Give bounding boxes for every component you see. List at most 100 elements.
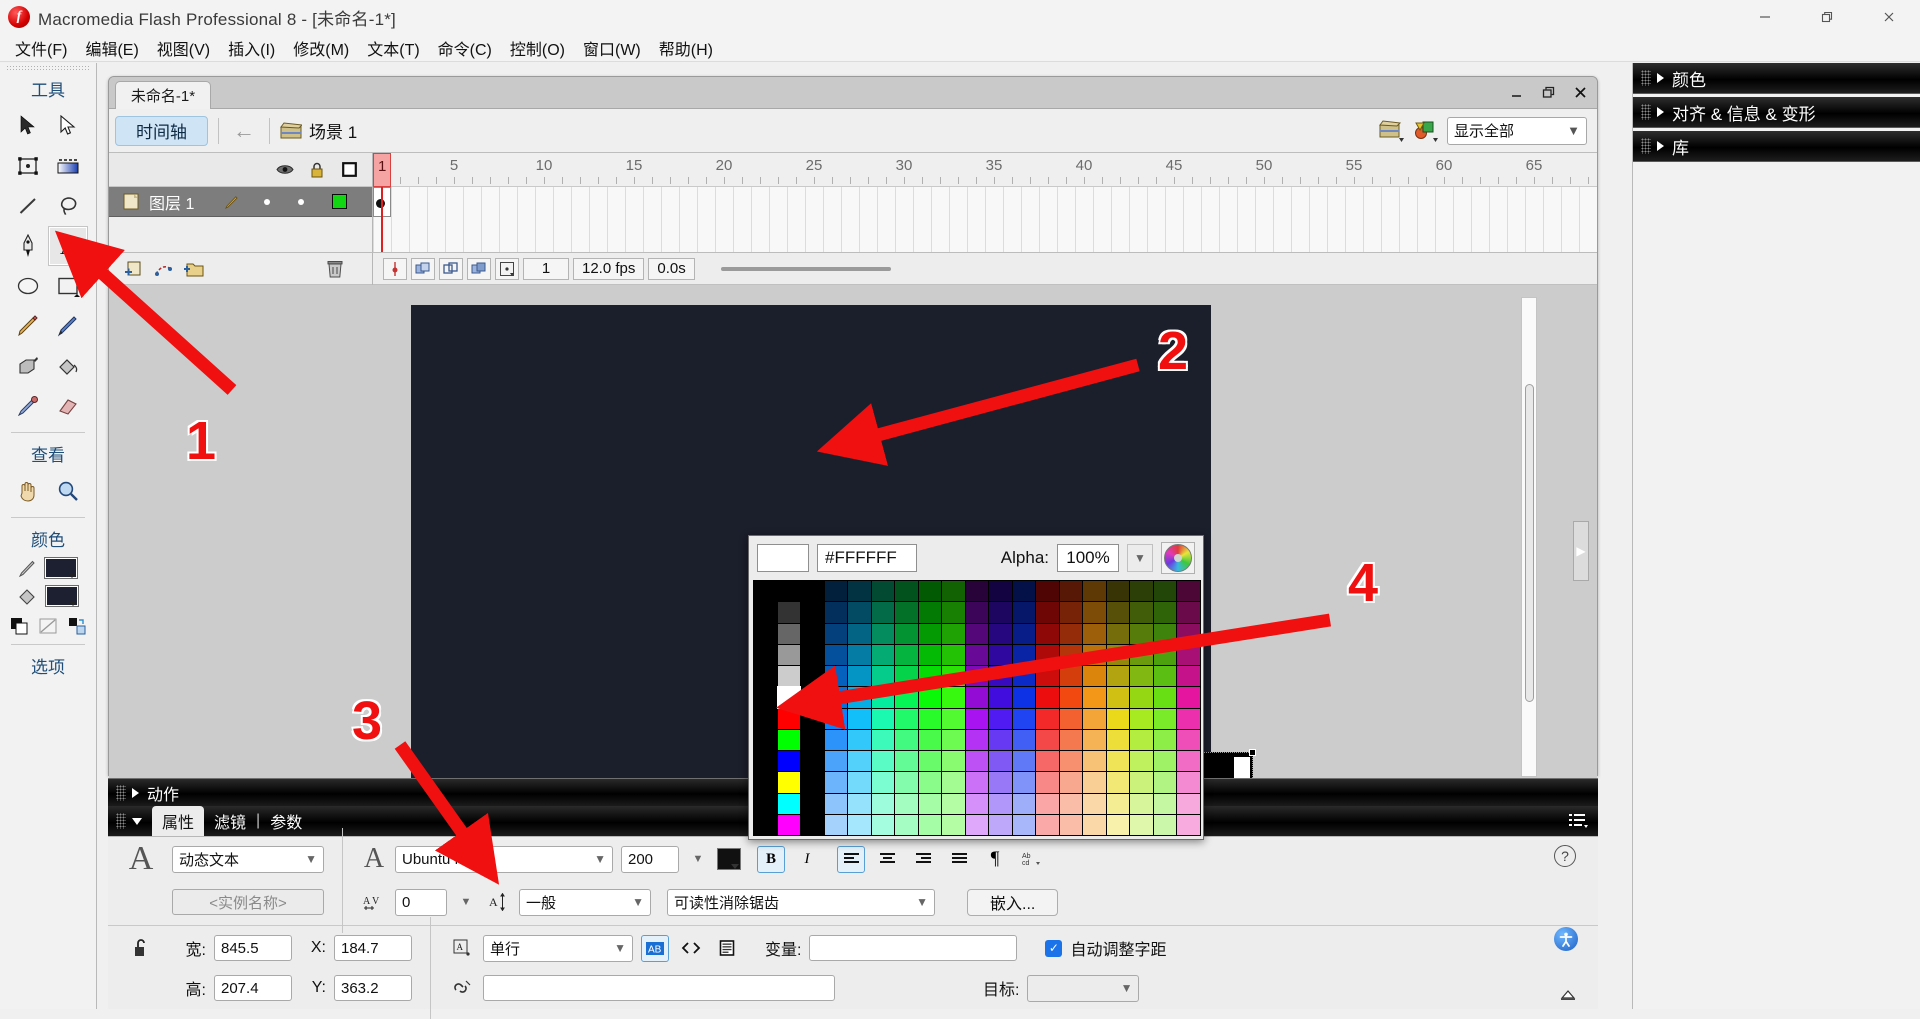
color-swatch[interactable] bbox=[895, 624, 918, 644]
color-swatch[interactable] bbox=[1036, 794, 1059, 814]
menu-text[interactable]: 文本(T) bbox=[358, 33, 428, 63]
variable-input[interactable] bbox=[809, 935, 1017, 961]
document-tab[interactable]: 未命名-1* bbox=[115, 81, 211, 109]
color-swatch[interactable] bbox=[966, 687, 989, 707]
render-html-icon[interactable] bbox=[677, 935, 705, 962]
color-swatch[interactable] bbox=[895, 666, 918, 686]
onion-skin-outlines-icon[interactable] bbox=[439, 258, 463, 280]
dock-drag-grip[interactable] bbox=[1641, 104, 1651, 120]
line-type-select[interactable]: 单行 ▼ bbox=[483, 935, 633, 962]
color-swatch[interactable] bbox=[1154, 751, 1177, 771]
lock-icon[interactable] bbox=[308, 161, 326, 179]
tab-filters[interactable]: 滤镜 bbox=[204, 809, 256, 833]
embed-button[interactable]: 嵌入... bbox=[967, 889, 1058, 916]
color-swatch[interactable] bbox=[1130, 645, 1153, 665]
color-swatch[interactable] bbox=[1154, 602, 1177, 622]
color-swatch[interactable] bbox=[1177, 624, 1200, 644]
color-swatch[interactable] bbox=[801, 772, 824, 792]
color-swatch[interactable] bbox=[919, 772, 942, 792]
color-swatch[interactable] bbox=[895, 687, 918, 707]
elapsed-time-display[interactable]: 0.0s bbox=[648, 258, 694, 280]
color-swatch[interactable] bbox=[1013, 794, 1036, 814]
stroke-color-swatch[interactable] bbox=[44, 557, 78, 579]
color-swatch[interactable] bbox=[872, 794, 895, 814]
color-swatch[interactable] bbox=[1083, 751, 1106, 771]
menu-window[interactable]: 窗口(W) bbox=[574, 33, 650, 63]
timeline-ruler[interactable]: 5101520253035404550556065707580859095 bbox=[373, 153, 1597, 187]
brush-tool[interactable] bbox=[48, 306, 88, 346]
color-swatch[interactable] bbox=[754, 815, 777, 835]
color-picker-popup[interactable]: #FFFFFF Alpha: 100% ▼ bbox=[748, 535, 1204, 840]
color-swatch[interactable] bbox=[754, 645, 777, 665]
color-swatch[interactable] bbox=[1154, 794, 1177, 814]
color-swatch[interactable] bbox=[919, 687, 942, 707]
onion-skin-icon[interactable] bbox=[411, 258, 435, 280]
anti-alias-select[interactable]: 可读性消除锯齿 ▼ bbox=[667, 889, 935, 916]
color-swatch[interactable] bbox=[1083, 581, 1106, 601]
color-swatch[interactable] bbox=[989, 751, 1012, 771]
color-swatch[interactable] bbox=[801, 687, 824, 707]
color-swatch[interactable] bbox=[1083, 602, 1106, 622]
color-swatch[interactable] bbox=[1036, 666, 1059, 686]
width-input[interactable]: 845.5 bbox=[214, 935, 292, 961]
color-swatch[interactable] bbox=[1177, 794, 1200, 814]
color-swatch[interactable] bbox=[778, 794, 801, 814]
eraser-tool[interactable] bbox=[48, 386, 88, 426]
color-swatch[interactable] bbox=[989, 645, 1012, 665]
color-swatch[interactable] bbox=[848, 666, 871, 686]
color-swatch[interactable] bbox=[848, 772, 871, 792]
color-swatch[interactable] bbox=[1177, 645, 1200, 665]
character-position-icon[interactable]: Ab cd bbox=[1017, 846, 1045, 873]
color-swatch[interactable] bbox=[848, 687, 871, 707]
color-swatch[interactable] bbox=[895, 772, 918, 792]
italic-button[interactable]: I bbox=[793, 846, 821, 873]
color-swatch[interactable] bbox=[1013, 815, 1036, 835]
color-swatch[interactable] bbox=[801, 751, 824, 771]
help-icon[interactable]: ? bbox=[1554, 845, 1576, 867]
edit-symbol-icon[interactable] bbox=[1413, 119, 1439, 143]
color-swatch[interactable] bbox=[754, 666, 777, 686]
color-swatch[interactable] bbox=[1154, 581, 1177, 601]
color-swatch[interactable] bbox=[1107, 815, 1130, 835]
color-swatch[interactable] bbox=[801, 602, 824, 622]
color-swatch[interactable] bbox=[1036, 624, 1059, 644]
color-swatch[interactable] bbox=[872, 602, 895, 622]
letter-spacing-stepper[interactable]: ▼ bbox=[455, 889, 477, 916]
collapse-icon[interactable] bbox=[1560, 988, 1576, 1003]
color-swatch[interactable] bbox=[801, 730, 824, 750]
color-swatch[interactable] bbox=[1083, 709, 1106, 729]
color-swatch[interactable] bbox=[989, 624, 1012, 644]
color-swatch[interactable] bbox=[1177, 772, 1200, 792]
color-swatch[interactable] bbox=[825, 666, 848, 686]
zoom-tool[interactable] bbox=[48, 471, 88, 511]
color-swatch[interactable] bbox=[1083, 730, 1106, 750]
color-swatch[interactable] bbox=[989, 709, 1012, 729]
color-swatch[interactable] bbox=[1154, 709, 1177, 729]
color-swatch[interactable] bbox=[778, 645, 801, 665]
color-swatch[interactable] bbox=[1013, 772, 1036, 792]
color-swatch[interactable] bbox=[942, 709, 965, 729]
menu-commands[interactable]: 命令(C) bbox=[429, 33, 501, 63]
color-swatch[interactable] bbox=[1130, 794, 1153, 814]
color-swatch[interactable] bbox=[872, 666, 895, 686]
insert-layer-folder-icon[interactable] bbox=[183, 259, 205, 279]
color-swatch[interactable] bbox=[942, 602, 965, 622]
document-restore-button[interactable] bbox=[1539, 82, 1557, 102]
color-swatch[interactable] bbox=[1083, 666, 1106, 686]
color-swatch[interactable] bbox=[825, 794, 848, 814]
color-swatch[interactable] bbox=[895, 709, 918, 729]
hand-tool[interactable] bbox=[8, 471, 48, 511]
character-position-select[interactable]: 一般 ▼ bbox=[519, 889, 651, 916]
color-swatch[interactable] bbox=[1107, 666, 1130, 686]
color-swatch[interactable] bbox=[778, 581, 801, 601]
color-swatch[interactable] bbox=[848, 751, 871, 771]
panel-expand-handle[interactable]: ▶ bbox=[1573, 521, 1589, 581]
alpha-input[interactable]: 100% bbox=[1057, 544, 1119, 572]
color-swatch[interactable] bbox=[919, 624, 942, 644]
paint-bucket-tool[interactable] bbox=[48, 346, 88, 386]
color-swatch[interactable] bbox=[1060, 666, 1083, 686]
color-swatch[interactable] bbox=[919, 602, 942, 622]
stage-vertical-scrollbar[interactable] bbox=[1521, 297, 1537, 777]
eye-icon[interactable] bbox=[276, 161, 294, 179]
color-swatch[interactable] bbox=[989, 602, 1012, 622]
